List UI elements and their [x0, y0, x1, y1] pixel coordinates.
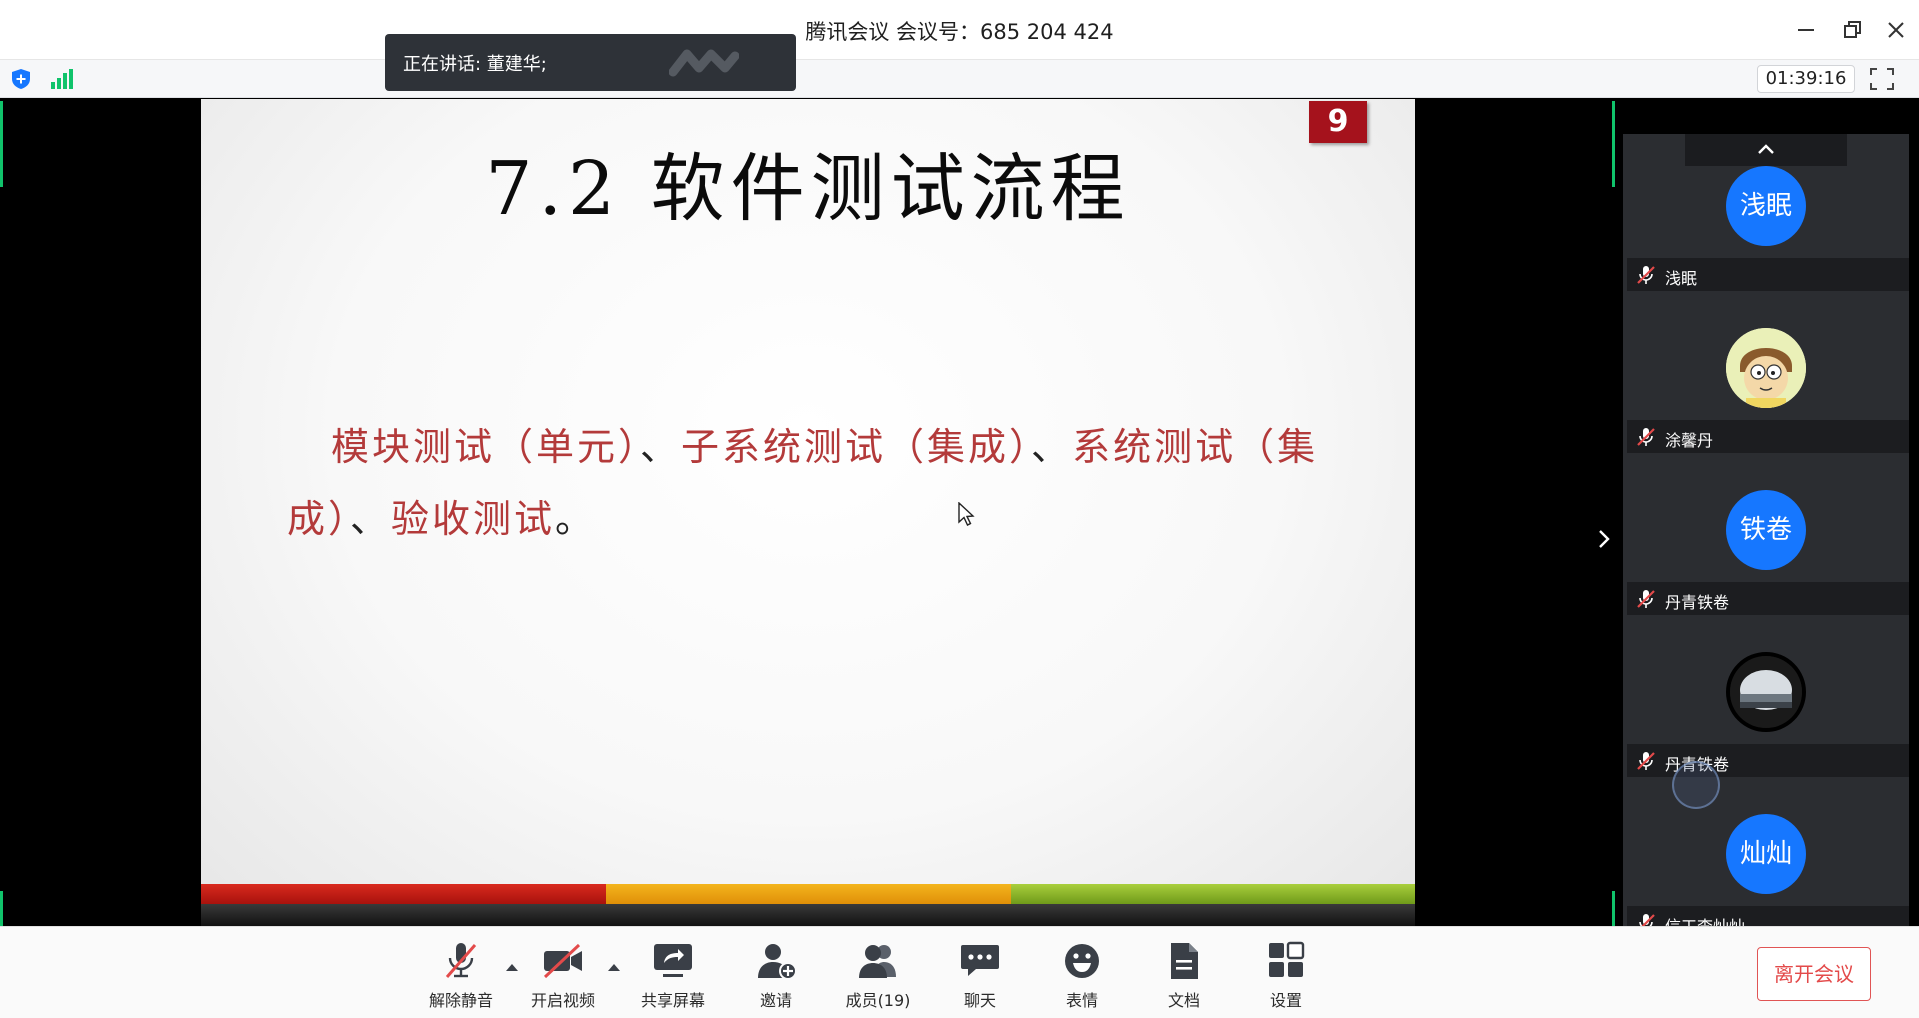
chat-button[interactable]: 聊天: [935, 941, 1025, 1015]
camera-off-icon: [543, 943, 582, 979]
active-speaker-text: 正在讲话: 董建华;: [403, 54, 547, 75]
mouse-cursor-icon: [958, 502, 975, 526]
shield-icon[interactable]: [10, 68, 32, 90]
members-button[interactable]: 成员(19): [833, 941, 923, 1015]
slide-title: 7.2 软件测试流程: [485, 146, 1131, 232]
docs-button[interactable]: 文档: [1139, 941, 1229, 1015]
mic-muted-icon: [1637, 752, 1655, 770]
mic-muted-icon: [1637, 428, 1655, 446]
close-icon: [1888, 22, 1904, 38]
avatar: 浅眠: [1726, 166, 1806, 246]
reactions-button[interactable]: 表情: [1037, 941, 1127, 1015]
slide-body-separator: 、: [640, 425, 682, 469]
restore-button[interactable]: [1836, 14, 1868, 46]
chat-icon: [961, 945, 999, 976]
invite-label: 邀请: [759, 991, 792, 1010]
window-title: 腾讯会议 会议号：685 204 424: [805, 20, 1114, 44]
participant-name: 浅眠: [1665, 269, 1698, 288]
avatar: 灿灿: [1726, 814, 1806, 894]
participant-name-bar: 信工李灿灿: [1627, 906, 1909, 926]
settings-grid-icon: [1269, 941, 1305, 977]
leave-meeting-button[interactable]: 离开会议: [1757, 947, 1871, 1001]
active-speaker-toast: 正在讲话: 董建华;: [385, 34, 796, 91]
slide-body-part: 模块测试（单元）: [331, 425, 641, 469]
participant-name-bar: 丹青铁卷: [1627, 744, 1909, 777]
title-bar: 腾讯会议 会议号：685 204 424: [0, 0, 1919, 60]
mic-muted-icon: [1637, 590, 1655, 608]
document-icon: [1171, 943, 1198, 979]
unmute-label: 解除静音: [428, 991, 493, 1010]
avatar: [1726, 652, 1806, 732]
participant-name: 信工李灿灿: [1665, 913, 1745, 926]
control-bar: 解除静音 开启视频 共享屏幕 邀请 成员(19) 聊天 表情 文档 设置 离开会…: [0, 926, 1919, 1018]
participant-name-bar: 丹青铁卷: [1627, 582, 1909, 615]
settings-button[interactable]: 设置: [1241, 941, 1331, 1015]
photo-avatar-icon: [1730, 656, 1802, 728]
chevron-right-icon[interactable]: [1590, 525, 1618, 553]
invite-button[interactable]: 邀请: [731, 941, 821, 1015]
emoji-icon: [1065, 944, 1099, 978]
meeting-stage: 9 7.2 软件测试流程 模块测试（单元）、子系统测试（集成）、系统测试（集成）…: [0, 99, 1919, 926]
participant-tile[interactable]: 灿灿 信工李灿灿: [1623, 782, 1909, 926]
start-video-button[interactable]: 开启视频: [518, 941, 608, 1015]
participant-name: 涂馨丹: [1665, 431, 1714, 450]
active-edge-marker: [0, 101, 3, 187]
mic-muted-icon: [445, 943, 477, 978]
mic-muted-icon: [1637, 266, 1655, 284]
slide-body-part: 子系统测试（集成）: [681, 425, 1032, 469]
chat-label: 聊天: [963, 991, 996, 1010]
active-edge-marker: [0, 891, 3, 926]
avatar: 铁卷: [1726, 490, 1806, 570]
tencent-meeting-logo-icon: [669, 49, 739, 77]
slide-color-band: [201, 884, 1415, 904]
participant-name-bar: 浅眠: [1627, 258, 1909, 291]
docs-label: 文档: [1167, 991, 1200, 1010]
info-bar: 01:39:16: [0, 60, 1919, 98]
settings-label: 设置: [1269, 991, 1302, 1010]
slide-body: 模块测试（单元）、子系统测试（集成）、系统测试（集成）、验收测试。: [287, 411, 1347, 555]
invite-user-icon: [758, 944, 797, 980]
fullscreen-icon[interactable]: [1868, 66, 1896, 92]
participant-tile[interactable]: 浅眠 浅眠: [1623, 134, 1909, 296]
slide-body-separator: 。: [555, 497, 597, 541]
mic-muted-icon: [1639, 914, 1655, 926]
reactions-label: 表情: [1065, 991, 1098, 1010]
shared-slide: 9 7.2 软件测试流程 模块测试（单元）、子系统测试（集成）、系统测试（集成）…: [201, 99, 1415, 926]
members-icon: [859, 945, 896, 978]
cartoon-avatar-icon: [1726, 328, 1806, 408]
participants-panel: 浅眠 浅眠 涂馨丹 铁卷 丹青铁卷 丹青铁卷 灿灿: [1623, 134, 1909, 926]
video-options-caret-icon[interactable]: [606, 961, 622, 973]
participant-tile[interactable]: 涂馨丹: [1623, 296, 1909, 458]
unmute-button[interactable]: 解除静音: [416, 941, 506, 1015]
share-screen-button[interactable]: 共享屏幕: [628, 941, 718, 1015]
restore-icon: [1844, 21, 1861, 38]
members-label: 成员(19): [845, 991, 911, 1010]
active-edge-marker: [1612, 101, 1615, 187]
minimize-icon: [1798, 29, 1814, 31]
slide-body-separator: 、: [350, 497, 392, 541]
avatar: [1726, 328, 1806, 408]
close-button[interactable]: [1880, 14, 1912, 46]
signal-icon[interactable]: [50, 68, 74, 90]
participant-name-bar: 涂馨丹: [1627, 420, 1909, 453]
participant-name: 丹青铁卷: [1665, 593, 1730, 612]
participant-tile[interactable]: 丹青铁卷: [1623, 620, 1909, 782]
elapsed-timer: 01:39:16: [1757, 65, 1855, 93]
slide-body-part: 验收测试: [391, 497, 556, 541]
slide-body-separator: 、: [1031, 425, 1073, 469]
share-screen-label: 共享屏幕: [640, 991, 705, 1010]
slide-footer-shadow: [201, 904, 1415, 926]
participant-tile[interactable]: 铁卷 丹青铁卷: [1623, 458, 1909, 620]
minimize-button[interactable]: [1790, 14, 1822, 46]
share-screen-icon: [654, 944, 692, 977]
start-video-label: 开启视频: [530, 991, 595, 1010]
active-edge-marker: [1612, 891, 1615, 926]
floating-ring-indicator[interactable]: [1672, 761, 1720, 809]
